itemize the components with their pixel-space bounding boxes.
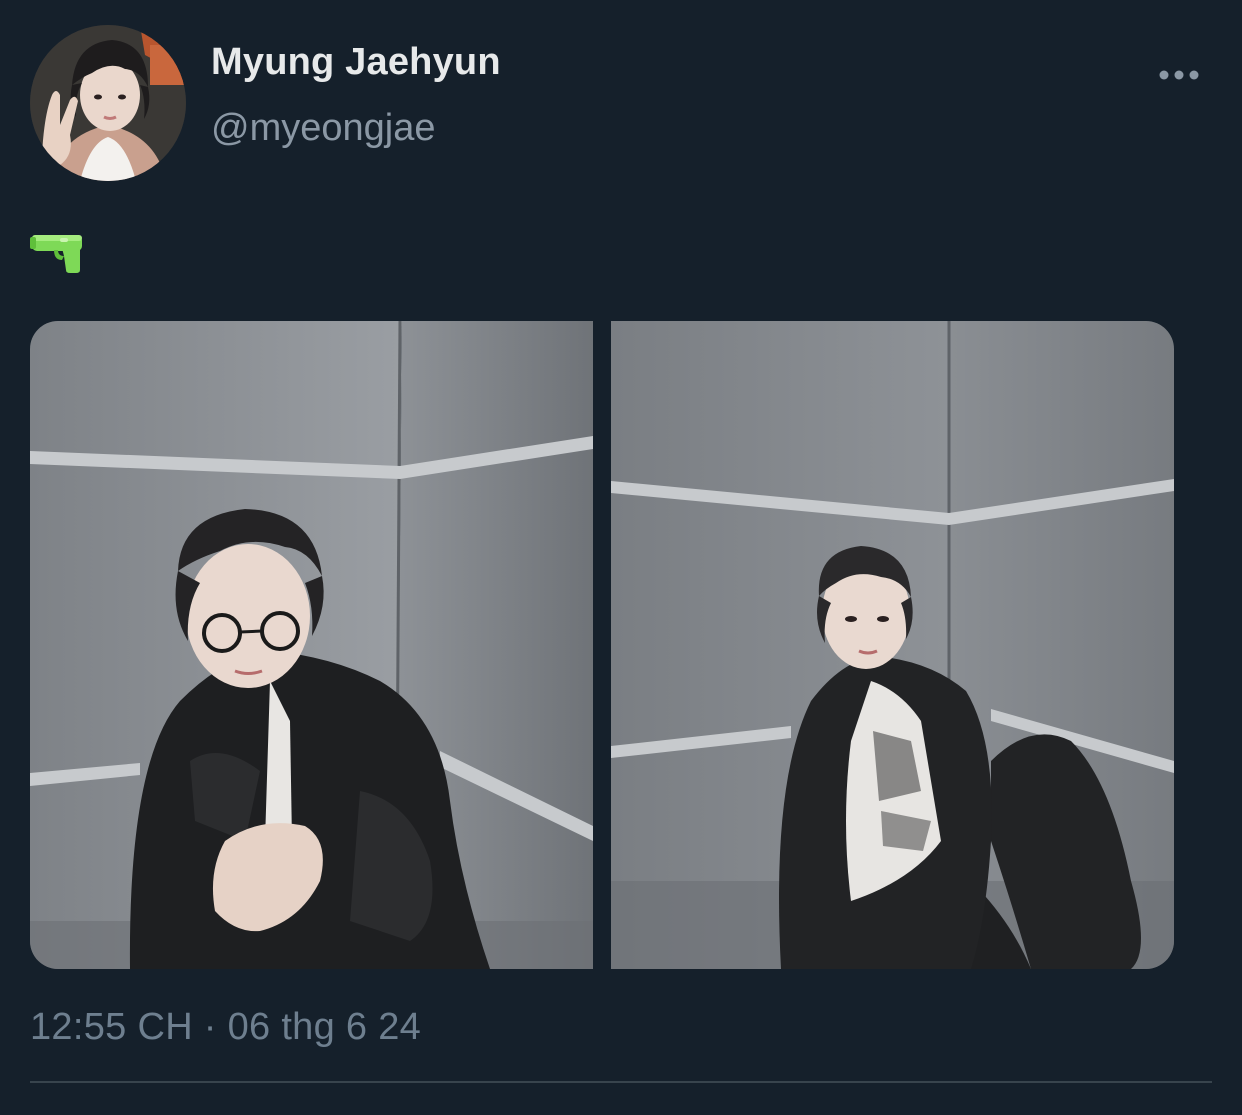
photo-person-glasses-icon xyxy=(30,321,593,969)
tweet-text xyxy=(30,226,86,276)
profile-photo-icon xyxy=(30,25,186,181)
divider xyxy=(30,1081,1212,1083)
tweet-detail: Myung Jaehyun @myeongjae 12:55 CH · 06 t… xyxy=(0,0,1242,1115)
avatar[interactable] xyxy=(30,25,186,181)
more-dots-icon xyxy=(1159,70,1199,80)
media-photo-2[interactable] xyxy=(611,321,1174,969)
photo-person-leaning-icon xyxy=(611,321,1174,969)
more-options-button[interactable] xyxy=(1152,58,1206,92)
tweet-timestamp[interactable]: 12:55 CH · 06 thg 6 24 xyxy=(30,1003,421,1051)
media-grid xyxy=(30,321,1174,969)
water-pistol-icon xyxy=(30,235,82,273)
display-name[interactable]: Myung Jaehyun xyxy=(211,38,501,86)
media-photo-1[interactable] xyxy=(30,321,593,969)
user-handle[interactable]: @myeongjae xyxy=(211,104,435,152)
